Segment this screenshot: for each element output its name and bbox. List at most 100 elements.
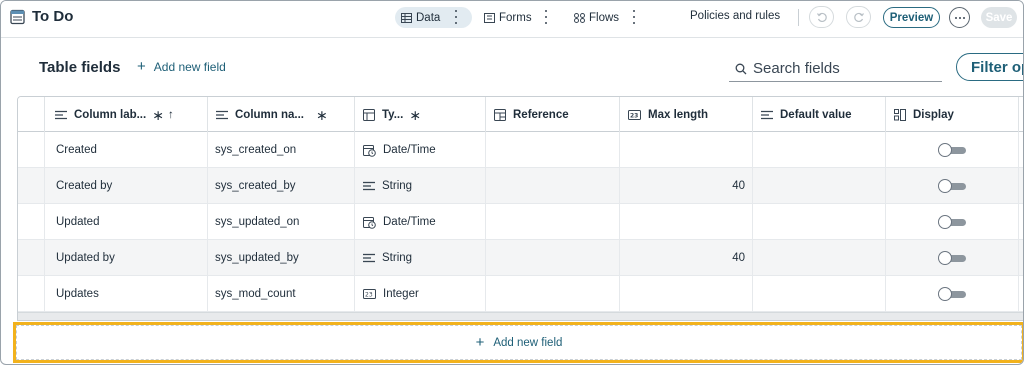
field-label-cell[interactable]: Updated [44,204,207,240]
app-window: To Do Data Forms Flows Policies and rule… [0,0,1024,365]
column-header-text: Default value [780,108,852,121]
add-new-field-link[interactable]: + Add new field [137,59,226,74]
add-new-field-row[interactable]: + Add new field [13,322,1023,363]
flows-tab-menu-icon[interactable] [631,10,637,24]
field-max-length-cell[interactable] [619,276,752,312]
field-type-cell[interactable]: Date/Time [354,132,485,168]
overflow-cell [1018,204,1023,240]
display-toggle[interactable] [938,143,967,157]
string-icon [363,181,375,191]
fields-table: Column lab... ∗ ↑ Column na... ∗ Ty... ∗… [17,96,1023,321]
field-type-text: Date/Time [383,216,436,228]
search-input[interactable] [753,60,933,77]
required-marker: ∗ [409,106,422,123]
display-toggle[interactable] [938,179,967,193]
undo-icon [816,12,827,23]
field-default-value-cell[interactable] [752,204,885,240]
number-icon: 23 [628,109,641,120]
field-max-length-cell[interactable]: 40 [619,240,752,276]
tab-label: Flows [589,11,620,24]
horizontal-scrollbar[interactable] [18,312,1023,320]
search-icon [735,63,747,74]
field-type-cell[interactable]: Date/Time [354,204,485,240]
datetime-icon [363,144,376,157]
column-header-reference[interactable]: Reference [485,97,619,132]
column-header-display[interactable]: Display [885,97,1018,132]
table-row[interactable]: Updated by sys_updated_by String 40 [18,240,1023,276]
overflow-cell [1018,132,1023,168]
data-tab-menu-icon[interactable] [453,10,459,24]
required-marker: ∗ [316,106,328,123]
field-max-length-cell[interactable] [619,132,752,168]
search-fields-box [729,56,942,82]
field-type-text: Integer [383,288,419,300]
tab-forms[interactable]: Forms [478,7,538,28]
top-bar: To Do Data Forms Flows Policies and rule… [1,1,1023,38]
column-header-text: Column lab... [74,108,147,121]
field-reference-cell[interactable] [485,204,619,240]
redo-button[interactable] [846,6,871,28]
datetime-icon [363,216,376,229]
field-label-cell[interactable]: Updated by [44,240,207,276]
field-display-cell [885,276,1018,312]
more-button[interactable] [949,7,970,28]
field-name-cell[interactable]: sys_created_by [207,168,354,204]
tab-data[interactable]: Data [395,7,473,28]
display-toggle[interactable] [938,215,967,229]
filter-options-button[interactable]: Filter op [956,53,1023,81]
field-label-cell[interactable]: Updates [44,276,207,312]
save-button[interactable]: Save [981,7,1017,28]
forms-tab-menu-icon[interactable] [543,10,549,24]
add-new-field-label: Add new field [153,60,226,74]
tab-flows[interactable]: Flows [568,7,625,28]
table-row[interactable]: Created sys_created_on Date/Time [18,132,1023,168]
field-max-length-cell[interactable] [619,204,752,240]
field-type-text: String [382,180,413,192]
required-marker: ∗ [152,106,164,123]
table-row[interactable]: Updates sys_mod_count 23 Integer [18,276,1023,312]
field-default-value-cell[interactable] [752,276,885,312]
field-label-cell[interactable]: Created by [44,168,207,204]
field-max-length-cell[interactable]: 40 [619,168,752,204]
column-header-overflow [1018,97,1023,132]
field-type-cell[interactable]: String [354,240,485,276]
table-header: Column lab... ∗ ↑ Column na... ∗ Ty... ∗… [18,97,1023,132]
integer-icon: 23 [363,289,376,299]
preview-button[interactable]: Preview [883,7,940,28]
table-row[interactable]: Created by sys_created_by String 40 [18,168,1023,204]
field-display-cell [885,132,1018,168]
tab-label: Data [416,11,441,24]
field-reference-cell[interactable] [485,240,619,276]
field-name-cell[interactable]: sys_updated_by [207,240,354,276]
column-header-default-value[interactable]: Default value [752,97,885,132]
display-toggle[interactable] [938,251,967,265]
column-header-text: Ty... [382,108,404,121]
display-icon [894,108,906,121]
section-title: Table fields [39,59,121,76]
field-name-cell[interactable]: sys_created_on [207,132,354,168]
field-default-value-cell[interactable] [752,240,885,276]
field-name-cell[interactable]: sys_mod_count [207,276,354,312]
form-icon [484,12,495,23]
field-reference-cell[interactable] [485,168,619,204]
column-header-max-length[interactable]: 23 Max length [619,97,752,132]
field-default-value-cell[interactable] [752,132,885,168]
field-name-cell[interactable]: sys_updated_on [207,204,354,240]
field-reference-cell[interactable] [485,276,619,312]
policies-and-rules-link[interactable]: Policies and rules [690,10,780,22]
column-header-name[interactable]: Column na... ∗ [207,97,354,132]
field-display-cell [885,204,1018,240]
table-row[interactable]: Updated sys_updated_on Date/Time [18,204,1023,240]
undo-button[interactable] [809,6,834,28]
flow-icon [574,12,585,23]
toolbar-divider [798,9,799,26]
field-default-value-cell[interactable] [752,168,885,204]
field-label-cell[interactable]: Created [44,132,207,168]
field-reference-cell[interactable] [485,132,619,168]
field-type-cell[interactable]: String [354,168,485,204]
column-header-label[interactable]: Column lab... ∗ ↑ [44,97,207,132]
field-type-cell[interactable]: 23 Integer [354,276,485,312]
display-toggle[interactable] [938,287,967,301]
column-header-type[interactable]: Ty... ∗ [354,97,485,132]
sort-ascending-icon[interactable]: ↑ [168,109,174,121]
